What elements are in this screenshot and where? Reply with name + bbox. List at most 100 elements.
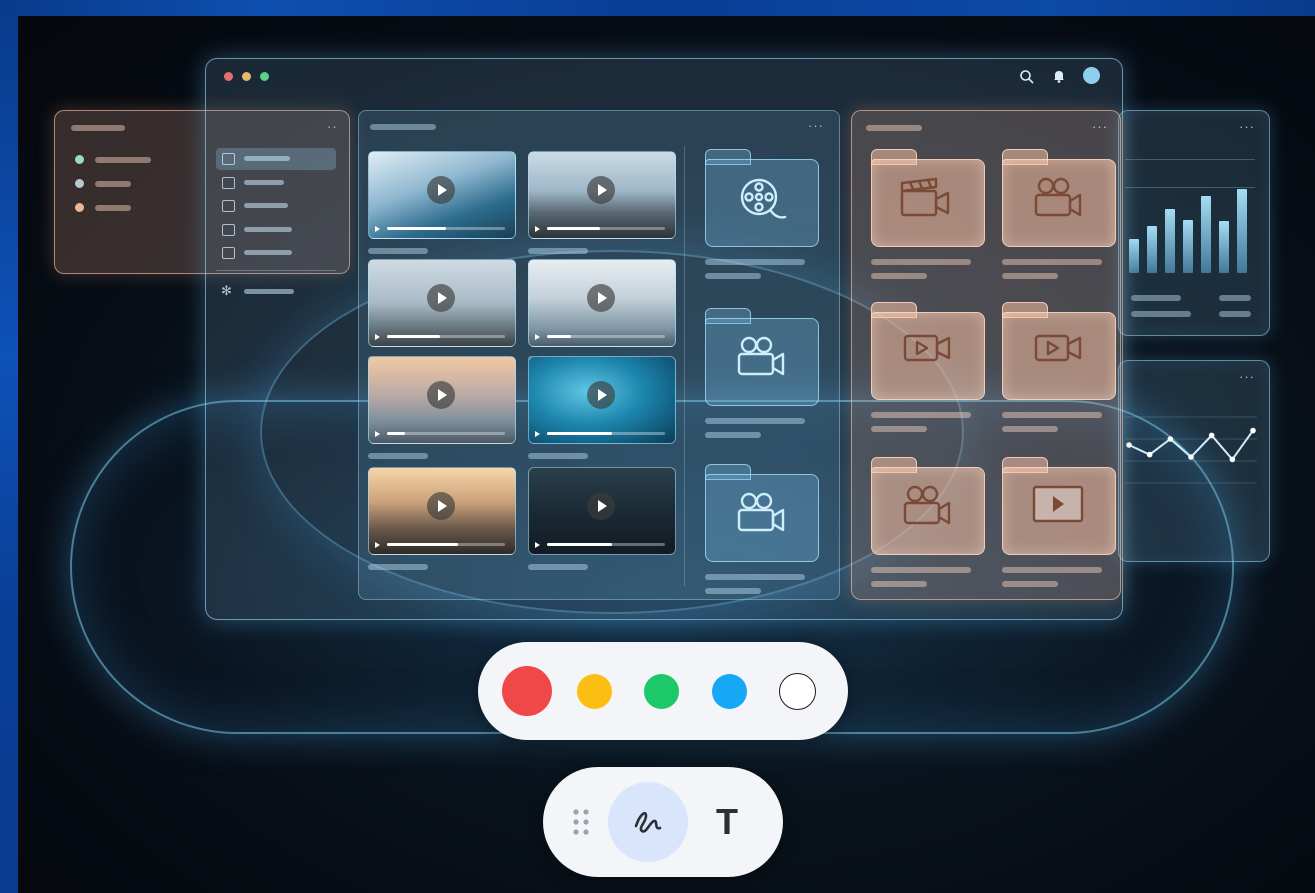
swatch-green[interactable] [644, 674, 679, 709]
swatch-yellow[interactable] [577, 674, 612, 709]
folder[interactable] [705, 308, 819, 406]
video-play-icon [1002, 326, 1114, 377]
folder-label-placeholder [1002, 426, 1058, 432]
play-icon[interactable] [427, 381, 455, 409]
more-icon[interactable]: ··· [808, 119, 824, 132]
video-progress-fill [547, 543, 612, 546]
folder[interactable] [705, 464, 819, 562]
folder-label-placeholder [705, 432, 761, 438]
list-item-placeholder[interactable] [95, 157, 151, 163]
folder[interactable] [871, 149, 985, 247]
folder-label-placeholder [705, 418, 805, 424]
list-item-placeholder[interactable] [95, 181, 131, 187]
background-network-edge-left [0, 0, 18, 893]
video-progress-fill [387, 227, 446, 230]
play-icon[interactable] [427, 284, 455, 312]
folder[interactable] [705, 149, 819, 247]
play-icon[interactable] [587, 176, 615, 204]
play-small-icon[interactable] [375, 542, 380, 548]
video-progress-bar[interactable] [387, 543, 505, 546]
video-caption-placeholder [528, 248, 588, 254]
play-icon[interactable] [587, 284, 615, 312]
video-camera-icon [705, 488, 817, 543]
more-icon[interactable]: ··· [1239, 120, 1255, 133]
play-screen-icon [1002, 481, 1114, 532]
folder[interactable] [1002, 302, 1116, 400]
video-caption-placeholder [368, 564, 428, 570]
play-small-icon[interactable] [535, 431, 540, 437]
folder[interactable] [1002, 457, 1116, 555]
film-reel-icon [705, 173, 817, 230]
search-icon[interactable] [1019, 69, 1035, 85]
sidebar-item-2[interactable] [216, 172, 336, 194]
play-small-icon[interactable] [375, 334, 380, 340]
folder-label-placeholder [1002, 412, 1102, 418]
line-point [1146, 451, 1153, 458]
window-minimize-button[interactable] [242, 72, 251, 81]
video-thumbnail[interactable] [368, 356, 516, 444]
list-item-placeholder[interactable] [95, 205, 131, 211]
drag-handle-icon[interactable] [571, 807, 593, 837]
video-progress-bar[interactable] [547, 335, 665, 338]
sidebar-label-placeholder [244, 250, 292, 255]
video-thumbnail[interactable] [528, 467, 676, 555]
video-thumbnail[interactable] [528, 151, 676, 239]
video-caption-placeholder [368, 248, 428, 254]
video-progress-bar[interactable] [387, 335, 505, 338]
panel-title-placeholder [866, 125, 922, 131]
play-icon[interactable] [587, 492, 615, 520]
play-small-icon[interactable] [535, 226, 540, 232]
gridline [1125, 159, 1255, 160]
video-thumbnail[interactable] [528, 259, 676, 347]
video-progress-bar[interactable] [547, 227, 665, 230]
window-close-button[interactable] [224, 72, 233, 81]
sidebar-divider [216, 270, 336, 271]
swatch-red[interactable] [502, 666, 552, 716]
sidebar-item-1[interactable] [216, 148, 336, 170]
play-small-icon[interactable] [535, 334, 540, 340]
play-icon[interactable] [427, 492, 455, 520]
window-maximize-button[interactable] [260, 72, 269, 81]
folder-label-placeholder [1002, 581, 1058, 587]
video-progress-bar[interactable] [547, 432, 665, 435]
pen-tool-button[interactable] [608, 782, 688, 862]
video-progress-bar[interactable] [387, 227, 505, 230]
video-progress-bar[interactable] [547, 543, 665, 546]
video-progress-bar[interactable] [387, 432, 505, 435]
avatar[interactable] [1083, 67, 1100, 84]
sidebar-item-5[interactable] [216, 242, 336, 264]
play-small-icon[interactable] [375, 431, 380, 437]
folder-icon [222, 247, 235, 259]
folder-icon [222, 177, 235, 189]
folder[interactable] [1002, 149, 1116, 247]
folder[interactable] [871, 302, 985, 400]
sidebar-item-4[interactable] [216, 219, 336, 241]
play-icon[interactable] [587, 381, 615, 409]
chart-bar [1129, 238, 1139, 273]
video-thumbnail[interactable] [368, 467, 516, 555]
line-chart-panel: ··· [1118, 360, 1270, 562]
folder-label-placeholder [871, 581, 927, 587]
sidebar-settings[interactable]: ✻ [216, 281, 336, 303]
video-thumbnail[interactable] [368, 259, 516, 347]
folder[interactable] [871, 457, 985, 555]
folder-label-placeholder [871, 567, 971, 573]
chart-label-placeholder [1219, 295, 1251, 301]
sidebar-item-3[interactable] [216, 195, 336, 217]
folder-label-placeholder [705, 259, 805, 265]
play-small-icon[interactable] [375, 226, 380, 232]
folder-label-placeholder [1002, 273, 1058, 279]
more-icon[interactable]: ··· [1092, 120, 1108, 133]
swatch-white[interactable] [779, 673, 816, 710]
play-icon[interactable] [427, 176, 455, 204]
line-chart [1125, 416, 1257, 484]
bell-icon[interactable] [1051, 68, 1067, 84]
play-small-icon[interactable] [535, 542, 540, 548]
folder-label-placeholder [871, 273, 927, 279]
video-thumbnail[interactable] [368, 151, 516, 239]
text-tool-button[interactable]: T [703, 800, 751, 844]
more-icon[interactable]: ··· [1239, 370, 1255, 383]
swatch-blue[interactable] [712, 674, 747, 709]
video-thumbnail[interactable] [528, 356, 676, 444]
folder-label-placeholder [871, 259, 971, 265]
